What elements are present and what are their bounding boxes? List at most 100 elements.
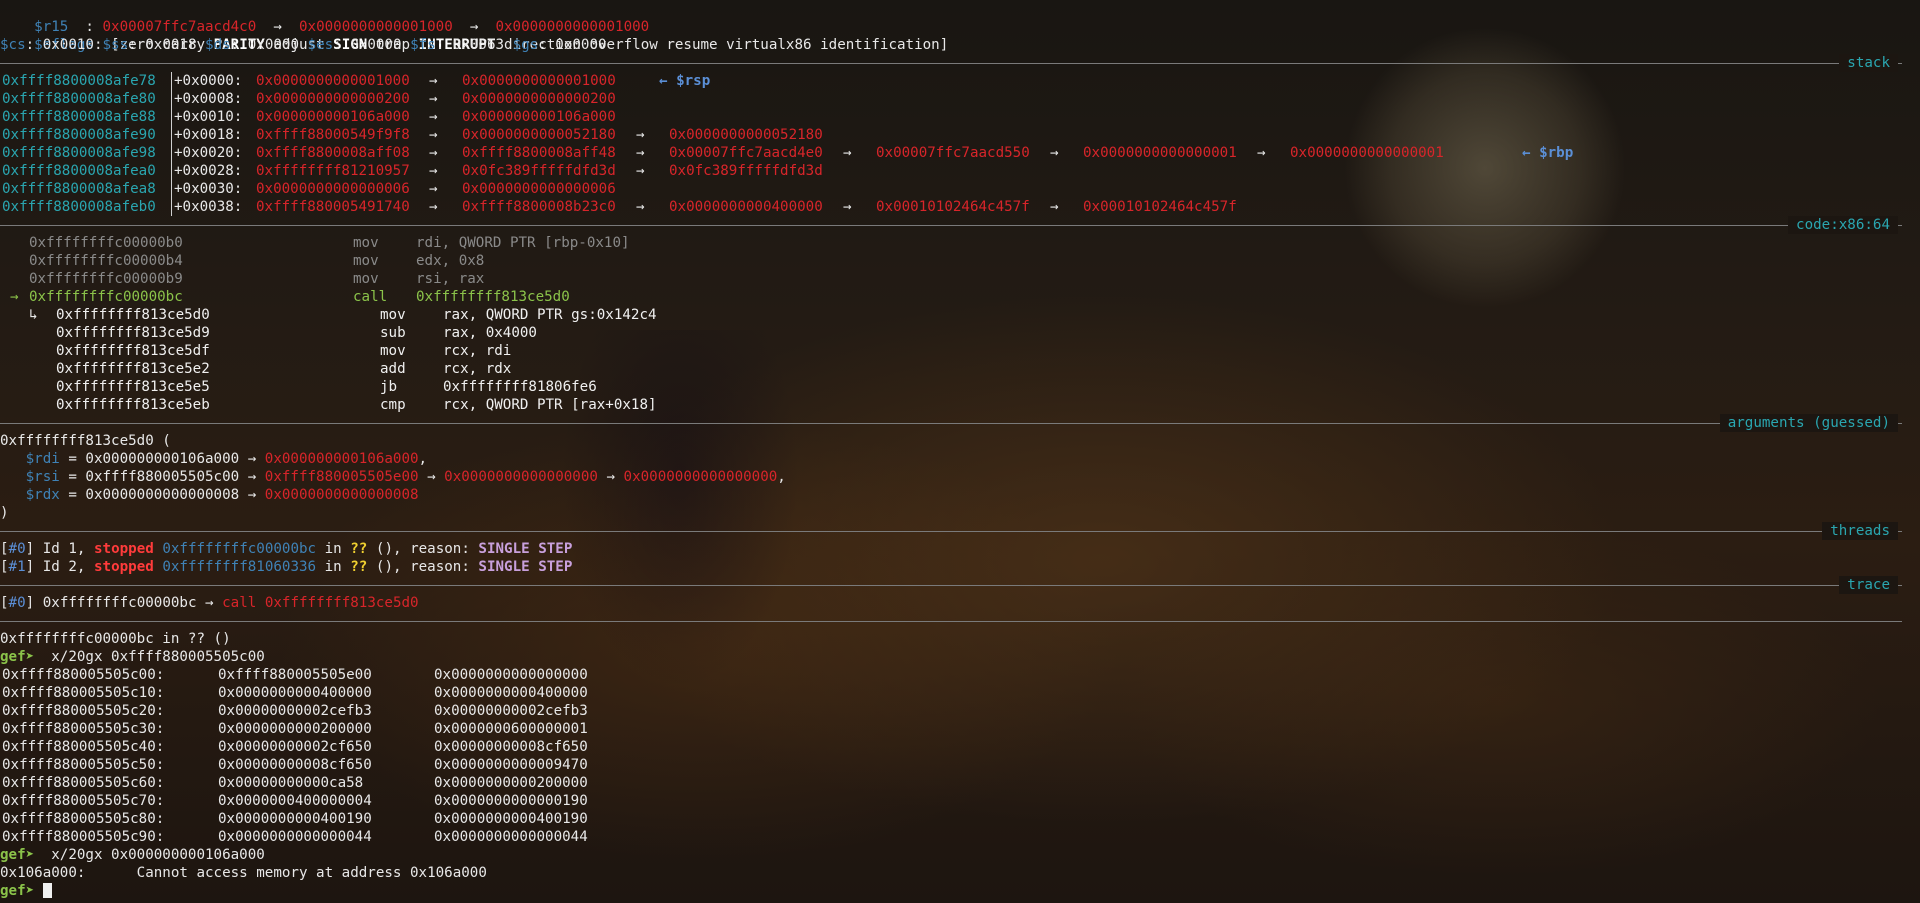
gef-prompt: gef➤ (0, 649, 35, 665)
stack-value: 0x00010102464c457f (1083, 199, 1237, 215)
dump-qword: 0x0000000000000000 (434, 667, 588, 683)
instruction-operands: rax, QWORD PTR gs:0x142c4 (443, 307, 657, 323)
text-cursor[interactable] (42, 883, 52, 898)
stack-value: 0x0000000000000006 (256, 181, 410, 197)
stack-deref-arrow: → (1257, 145, 1266, 161)
code-row-call-target: 0xffffffff813ce5d0 mov rax, QWORD PTR gs:0… (0, 306, 1920, 324)
dump-qword: 0x0000000000400000 (218, 685, 372, 701)
stack-row: 0xffff8800008afe80 +0x0008: 0x000000000000… (0, 90, 1920, 108)
memory-dump-row: 0xffff880005505c00: 0xffff880005505e00 0x0… (0, 666, 1920, 684)
stack-address: 0xffff8800008afeb0 (2, 199, 156, 215)
stack-view: 0xffff8800008afe78 +0x0000: 0x000000000000… (0, 72, 1920, 216)
thread-index: #1 (8, 559, 26, 575)
dump-qword: 0x00000000002cefb3 (218, 703, 372, 719)
register-eflags-line: $eflags: [zero carry PARITY adjust SIGN … (34, 37, 949, 53)
segment-register-name: $ds (205, 37, 231, 53)
dump-qword: 0x0000000000000044 (218, 829, 372, 845)
stack-register-tag: ← $rsp (659, 73, 711, 89)
segment-register-value: 0x0010 (42, 37, 94, 53)
instruction-mnemonic: mov (380, 343, 406, 359)
instruction-operands: edx, 0x8 (416, 253, 485, 269)
instruction-operands: 0xffffffff813ce5d0 (416, 289, 570, 305)
stack-offset: +0x0000: (171, 72, 242, 90)
dump-address: 0xffff880005505c30: (2, 721, 165, 737)
stack-deref-arrow: → (429, 199, 438, 215)
dump-address: 0xffff880005505c10: (2, 685, 165, 701)
argument-row: $rdi = 0x000000000106a000 → 0x0000000001… (25, 451, 428, 467)
stack-value: 0xffff8800008aff48 (462, 145, 616, 161)
stack-deref-arrow: → (429, 127, 438, 143)
stack-address: 0xffff8800008afe98 (2, 145, 156, 161)
instruction-mnemonic: call (353, 289, 388, 305)
stack-value: 0x0000000000000200 (462, 91, 616, 107)
instruction-mnemonic: add (380, 361, 406, 377)
memory-dump-row: 0xffff880005505c30: 0x0000000000200000 0x0… (0, 720, 1920, 738)
memory-dump-row: 0xffff880005505c60: 0x00000000000ca58 0x00… (0, 774, 1920, 792)
section-title-code: code:x86:64 (1788, 216, 1898, 234)
instruction-operands: rcx, rdx (443, 361, 512, 377)
instruction-address: 0xffffffff813ce5eb (56, 397, 210, 413)
code-view: 0xffffffffc00000b0 mov rdi, QWORD PTR [rbp… (0, 234, 1920, 414)
instruction-operands: rcx, QWORD PTR [rax+0x18] (443, 397, 657, 413)
arguments-list: $rdi = 0x000000000106a000 → 0x0000000001… (0, 450, 1920, 504)
register-r15-line: $r15 : 0x00007ffc7aacd4c0 → 0x0000000000… (34, 19, 650, 35)
stack-value: 0x000000000106a000 (256, 109, 410, 125)
instruction-mnemonic: mov (353, 235, 379, 251)
memory-dump-row: 0xffff880005505c40: 0x00000000002cf650 0x0… (0, 738, 1920, 756)
stack-deref-arrow: → (429, 91, 438, 107)
argument-value: 0x0000000000000008 (85, 487, 240, 503)
dump-address: 0xffff880005505c60: (2, 775, 165, 791)
dump-qword: 0x0000000000400190 (218, 811, 372, 827)
thread-state: stopped (94, 541, 154, 557)
thread-stop-reason: SINGLE STEP (478, 559, 573, 575)
register-segments-line: $cs: 0x0010 $ss: 0x0018 $ds: 0x0000 $es:… (0, 37, 607, 53)
code-row-previous: 0xffffffffc00000b4 mov edx, 0x8 (0, 252, 1920, 270)
stack-deref-arrow: → (429, 73, 438, 89)
stack-value: 0x0000000000001000 (462, 73, 616, 89)
instruction-operands: 0xffffffff81806fe6 (443, 379, 597, 395)
console-input-line[interactable]: gef➤ (0, 882, 1920, 900)
thread-row: [#1] Id 2, stopped 0xffffffff81060336 in… (0, 559, 573, 575)
stack-deref-arrow: → (636, 163, 645, 179)
argument-register: $rsi (25, 469, 60, 485)
console-command-line: gef➤ x/20gx 0xffff880005505c00 (0, 648, 1920, 666)
code-row-call-target: 0xffffffff813ce5eb cmp rcx, QWORD PTR [rax… (0, 396, 1920, 414)
section-title-arguments: arguments (guessed) (1719, 414, 1898, 432)
instruction-address: 0xffffffff813ce5d0 (56, 307, 210, 323)
arguments-close: ) (0, 505, 9, 521)
dump-qword: 0x00000000002cefb3 (434, 703, 588, 719)
console-command: x/20gx 0x000000000106a000 (51, 847, 265, 863)
stack-register-tag: ← $rbp (1522, 145, 1574, 161)
stack-value: 0xffffffff81210957 (256, 163, 410, 179)
dump-address: 0xffff880005505c90: (2, 829, 165, 845)
section-title-threads: threads (1822, 522, 1898, 540)
argument-row: $rsi = 0xffff880005505c00 → 0xffff880005… (25, 469, 786, 485)
thread-function: ?? (350, 559, 368, 575)
section-separator-code: code:x86:64 (0, 216, 1920, 234)
argument-deref: 0x0000000000000000 (444, 469, 598, 485)
instruction-mnemonic: jb (380, 379, 398, 395)
dump-qword: 0x0000000000400190 (434, 811, 588, 827)
instruction-mnemonic: cmp (380, 397, 406, 413)
instruction-address: 0xffffffffc00000b9 (29, 271, 183, 287)
segment-register-name: $fs (410, 37, 436, 53)
thread-function: ?? (350, 541, 368, 557)
argument-value: 0x000000000106a000 (85, 451, 240, 467)
terminal-window[interactable]: $r15 : 0x00007ffc7aacd4c0 → 0x0000000000… (0, 0, 1920, 900)
segment-register-name: $es (307, 37, 334, 53)
thread-id: Id 1, (42, 541, 86, 557)
memory-dump-row: 0xffff880005505c10: 0x0000000000400000 0x0… (0, 684, 1920, 702)
stack-value: 0x0000000000000001 (1083, 145, 1237, 161)
section-separator-end (0, 612, 1920, 630)
stack-address: 0xffff8800008afe90 (2, 127, 156, 143)
error-message: Cannot access memory at address 0x106a00… (136, 865, 487, 881)
dump-qword: 0x00000000000ca58 (218, 775, 364, 791)
threads-list: [#0] Id 1, stopped 0xffffffffc00000bc in… (0, 540, 1920, 576)
gef-prompt: gef➤ (0, 847, 35, 863)
code-row-call-target: 0xffffffff813ce5d9 sub rax, 0x4000 (0, 324, 1920, 342)
section-separator-arguments: arguments (guessed) (0, 414, 1920, 432)
trace-row: [#0] 0xffffffffc00000bc → call 0xfffffff… (0, 595, 419, 611)
thread-id: Id 2, (42, 559, 86, 575)
dump-qword: 0x0000000000009470 (434, 757, 588, 773)
trace-call: call (222, 595, 257, 611)
